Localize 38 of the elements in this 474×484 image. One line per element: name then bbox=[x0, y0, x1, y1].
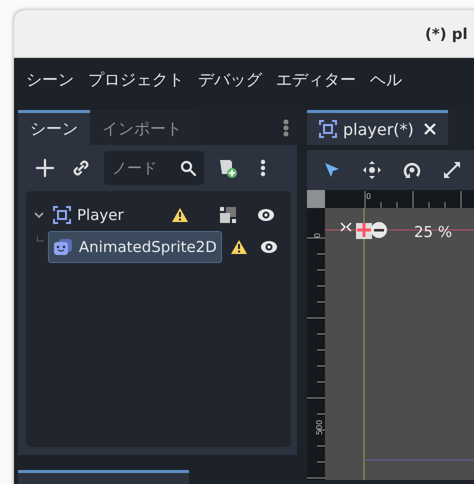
tree-item[interactable]: Player bbox=[48, 199, 129, 231]
ruler-label: 500 bbox=[315, 420, 324, 435]
group-icon[interactable] bbox=[219, 206, 237, 224]
more-icon[interactable] bbox=[260, 159, 266, 177]
chevron-icon[interactable] bbox=[34, 210, 44, 220]
scale-icon[interactable] bbox=[442, 160, 462, 180]
rotate-icon[interactable] bbox=[402, 160, 422, 180]
pointer-icon[interactable] bbox=[323, 161, 341, 179]
ruler-label: 0 bbox=[366, 192, 372, 201]
add-icon[interactable] bbox=[36, 159, 54, 177]
eye-icon[interactable] bbox=[257, 208, 275, 222]
node-icon bbox=[53, 206, 71, 224]
sprite-icon bbox=[52, 238, 73, 256]
menu-item[interactable]: プロジェクト bbox=[88, 70, 184, 91]
close-icon bbox=[424, 123, 436, 135]
canvas-area[interactable] bbox=[325, 208, 474, 480]
more-icon[interactable] bbox=[283, 118, 289, 136]
add-script-icon[interactable] bbox=[217, 158, 237, 178]
dock-tab[interactable] bbox=[18, 470, 189, 484]
node-icon bbox=[319, 120, 337, 138]
eye-icon[interactable] bbox=[260, 240, 278, 254]
ruler-corner bbox=[307, 190, 325, 208]
search-icon[interactable] bbox=[180, 160, 196, 176]
scene-tab[interactable]: player(*) bbox=[307, 110, 448, 145]
window-title: (*) pl bbox=[425, 24, 468, 42]
warning-icon[interactable] bbox=[230, 239, 248, 255]
filter-field[interactable]: ノード bbox=[104, 151, 204, 185]
pivot-gizmo-drawing bbox=[340, 222, 387, 239]
menu-item[interactable]: エディター bbox=[276, 70, 356, 91]
menu-item[interactable]: シーン bbox=[26, 70, 74, 91]
warning-icon[interactable] bbox=[171, 207, 189, 223]
move-icon[interactable] bbox=[362, 160, 382, 180]
dock-tab[interactable]: シーン bbox=[18, 110, 90, 145]
menu-item[interactable]: デバッグ bbox=[198, 70, 262, 91]
ruler-label: 0 bbox=[313, 232, 322, 238]
tree-item[interactable]: AnimatedSprite2D bbox=[48, 231, 222, 263]
link-icon[interactable] bbox=[72, 159, 90, 177]
menu-item[interactable]: ヘル bbox=[370, 70, 402, 91]
